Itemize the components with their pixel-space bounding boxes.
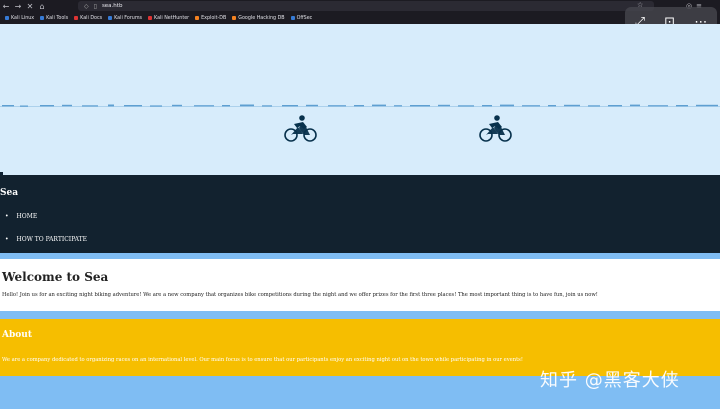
welcome-section: Welcome to Sea Hello! Join us for an exc… [0,259,720,311]
bookmark-label[interactable]: Kali NetHunter [154,16,189,21]
page-icon: ▯ [93,2,97,10]
cyclist-icon [284,115,317,142]
welcome-heading: Welcome to Sea [2,270,109,284]
bookmark-item[interactable]: Kali Forums [108,16,142,21]
bookmark-favicon-icon [5,16,9,20]
bookmark-label[interactable]: Google Hacking DB [238,16,284,21]
bookmark-label[interactable]: Kali Linux [11,16,34,21]
section-divider [0,311,720,319]
bookmark-label[interactable]: Exploit-DB [201,16,226,21]
nav-item-home[interactable]: • HOME [5,213,37,220]
bookmark-item[interactable]: Kali Tools [40,16,68,21]
bookmark-label[interactable]: OffSec [297,16,313,21]
browser-chrome: ← → ✕ ⌂ ◇ ▯ sea.htb ☆ ◎ ≡ Kali Linux Kali… [0,0,720,24]
bullet: • [5,236,9,243]
nav-label[interactable]: HOME [17,213,38,220]
bookmark-favicon-icon [232,16,237,20]
close-tab-button[interactable]: ✕ [24,0,36,12]
forward-button[interactable]: → [12,0,24,12]
road-line [0,104,720,107]
site-title: Sea [0,188,19,198]
bookmark-item[interactable]: Google Hacking DB [232,16,285,21]
home-button[interactable]: ⌂ [36,0,48,12]
bookmark-item[interactable]: Kali NetHunter [148,16,189,21]
url-text: sea.htb [101,3,123,9]
cyclist-icon [479,115,512,142]
bookmark-label[interactable]: Kali Forums [114,16,142,21]
nav-label[interactable]: HOW TO PARTICIPATE [17,236,88,243]
bookmark-favicon-icon [290,16,295,20]
bookmark-item[interactable]: OffSec [290,16,313,21]
nav-item-how-to-participate[interactable]: • HOW TO PARTICIPATE [5,236,87,243]
bookmark-favicon-icon [195,16,200,20]
bookmark-favicon-icon [40,16,45,20]
bookmark-favicon-icon [74,16,79,20]
bookmark-item[interactable]: Exploit-DB [195,16,226,21]
url-bar[interactable]: ◇ ▯ sea.htb [78,1,654,11]
bookmark-item[interactable]: Kali Linux [5,16,34,21]
hero-banner [0,24,720,175]
bookmarks-bar: Kali Linux Kali Tools Kali Docs Kali Forums… [0,13,312,23]
about-text: We are a company dedicated to organizing… [2,357,523,363]
bookmark-favicon-icon [148,16,153,20]
bookmark-item[interactable]: Kali Docs [74,16,102,21]
welcome-text: Hello! Join us for an exciting night bik… [2,292,598,298]
about-heading: About [2,330,32,340]
site-header: Sea • HOME • HOW TO PARTICIPATE [0,175,720,253]
watermark-text: 知乎 @黑客大侠 [540,370,680,391]
bookmark-favicon-icon [108,16,113,20]
shield-icon: ◇ [84,2,89,10]
bookmark-label[interactable]: Kali Docs [80,16,102,21]
bullet: • [5,213,9,220]
bookmark-label[interactable]: Kali Tools [46,16,68,21]
back-button[interactable]: ← [0,0,12,12]
